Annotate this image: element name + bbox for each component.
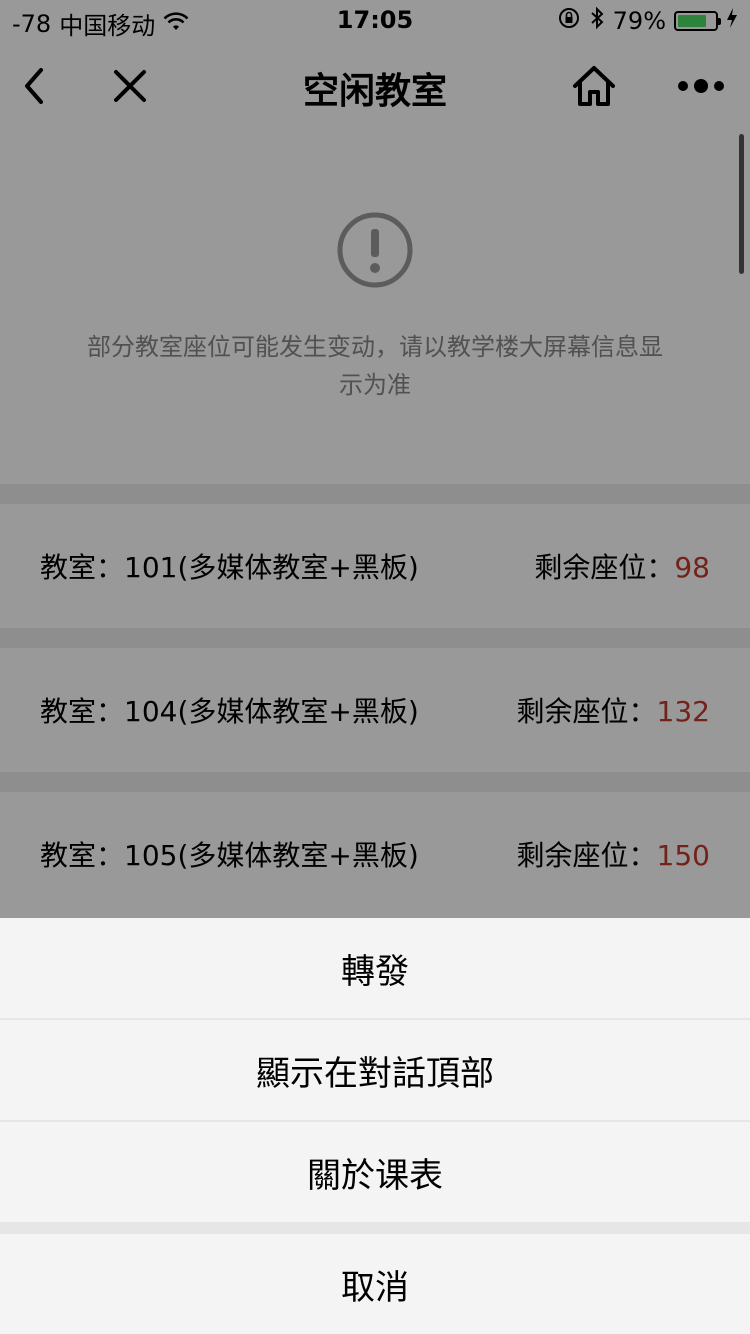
action-pin-to-top[interactable]: 顯示在對話頂部 (0, 1020, 750, 1120)
action-forward[interactable]: 轉發 (0, 918, 750, 1018)
action-about[interactable]: 關於课表 (0, 1122, 750, 1222)
action-cancel-button[interactable]: 取消 (0, 1234, 750, 1334)
action-sheet: 轉發 顯示在對話頂部 關於课表 取消 (0, 918, 750, 1334)
